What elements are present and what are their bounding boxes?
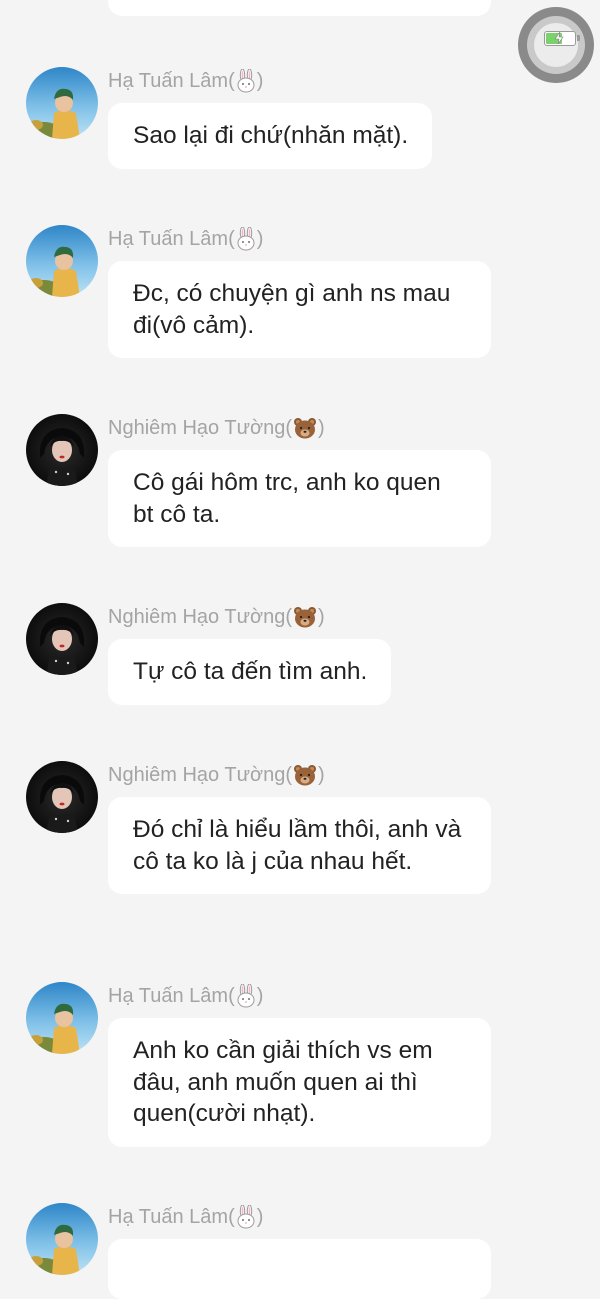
message-bubble[interactable]: [108, 1239, 491, 1299]
sender-name-close: ): [256, 1205, 264, 1228]
message-text: Đc, có chuyện gì anh ns mau đi(vô cảm).: [133, 280, 451, 339]
message-bubble[interactable]: Sao lại đi chứ(nhăn mặt).: [108, 103, 433, 169]
sender-name: Nghiêm Hạo Tường( ): [108, 605, 325, 629]
sender-name-text: Nghiêm Hạo Tường(: [108, 763, 292, 786]
message-text: Sao lại đi chứ(nhăn mặt).: [133, 122, 409, 149]
sender-name-close: ): [256, 69, 264, 92]
charging-bolt-icon: [554, 32, 564, 44]
sender-name-text: Hạ Tuấn Lâm(: [108, 69, 235, 92]
avatar-nghiem-hao-tuong[interactable]: [26, 603, 98, 675]
sender-name-close: ): [256, 227, 264, 250]
avatar-ha-tuan-lam[interactable]: [26, 67, 98, 139]
rabbit-icon: [237, 984, 255, 1008]
message-text: Cô gái hôm trc, anh ko quen bt cô ta.: [133, 469, 441, 528]
sender-name: Nghiêm Hạo Tường( ): [108, 416, 325, 440]
message-text: Tự cô ta đến tìm anh.: [133, 658, 368, 685]
battery-charging-icon: [544, 31, 580, 46]
message-text: Anh ko cần giải thích vs em đâu, anh muố…: [133, 1037, 433, 1127]
sender-name: Nghiêm Hạo Tường( ): [108, 763, 325, 787]
sender-name: Hạ Tuấn Lâm( ): [108, 1205, 263, 1229]
avatar-ha-tuan-lam[interactable]: [26, 225, 98, 297]
sender-name-close: ): [317, 605, 325, 628]
sender-name: Hạ Tuấn Lâm( ): [108, 984, 263, 1008]
bear-icon: [293, 418, 316, 439]
sender-name: Hạ Tuấn Lâm( ): [108, 227, 263, 251]
sender-name-text: Hạ Tuấn Lâm(: [108, 1205, 235, 1228]
sender-name-text: Hạ Tuấn Lâm(: [108, 984, 235, 1007]
rabbit-icon: [237, 227, 255, 251]
avatar-nghiem-hao-tuong[interactable]: [26, 761, 98, 833]
sender-name-text: Nghiêm Hạo Tường(: [108, 416, 292, 439]
sender-name-close: ): [317, 416, 325, 439]
rabbit-icon: [237, 1205, 255, 1229]
bear-icon: [293, 607, 316, 628]
sender-name-close: ): [317, 763, 325, 786]
avatar-ha-tuan-lam[interactable]: [26, 982, 98, 1054]
rabbit-icon: [237, 69, 255, 93]
previous-message-bubble: [108, 0, 491, 16]
sender-name-close: ): [256, 984, 264, 1007]
message-bubble[interactable]: Tự cô ta đến tìm anh.: [108, 639, 392, 705]
sender-name-text: Hạ Tuấn Lâm(: [108, 227, 235, 250]
message-bubble[interactable]: Đó chỉ là hiểu lầm thôi, anh và cô ta ko…: [108, 797, 491, 894]
avatar-nghiem-hao-tuong[interactable]: [26, 414, 98, 486]
sender-name-text: Nghiêm Hạo Tường(: [108, 605, 292, 628]
sender-name: Hạ Tuấn Lâm( ): [108, 69, 263, 93]
avatar-ha-tuan-lam[interactable]: [26, 1203, 98, 1275]
message-bubble[interactable]: Anh ko cần giải thích vs em đâu, anh muố…: [108, 1018, 491, 1147]
battery-nub: [577, 35, 580, 41]
message-text: Đó chỉ là hiểu lầm thôi, anh và cô ta ko…: [133, 816, 462, 875]
message-bubble[interactable]: Đc, có chuyện gì anh ns mau đi(vô cảm).: [108, 261, 491, 358]
bear-icon: [293, 765, 316, 786]
message-bubble[interactable]: Cô gái hôm trc, anh ko quen bt cô ta.: [108, 450, 491, 547]
